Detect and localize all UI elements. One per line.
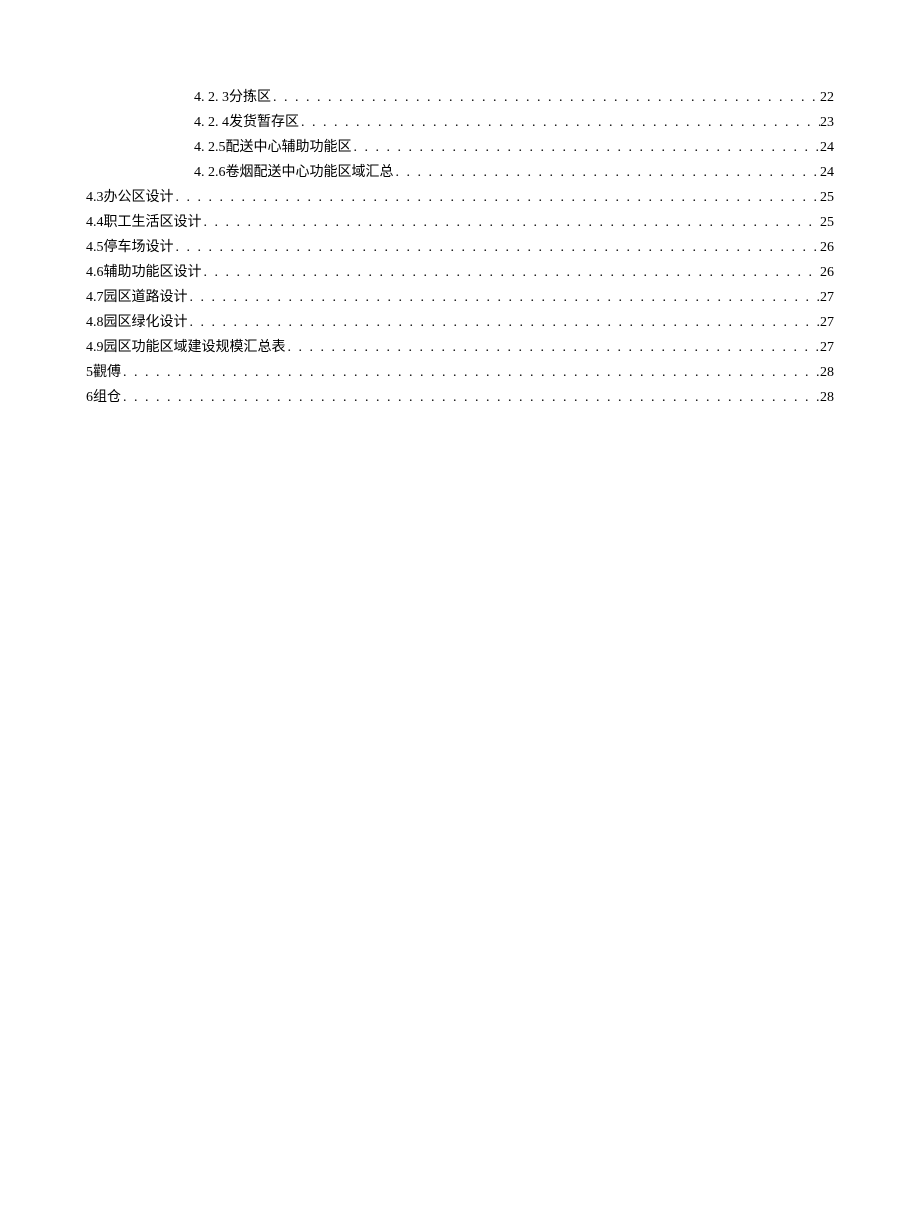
toc-label: 4. 2. 3分拣区 [194, 86, 271, 110]
toc-leader [174, 236, 821, 260]
toc-page: 25 [820, 211, 834, 235]
toc-entry: 4. 2. 4发货暂存区 23 [86, 111, 834, 135]
toc-label: 4.6辅助功能区设计 [86, 261, 202, 285]
toc-entry: 4.3办公区设计 25 [86, 186, 834, 210]
toc-label: 4.3办公区设计 [86, 186, 174, 210]
toc-label: 5觀傅 [86, 361, 121, 385]
toc-entry: 4. 2.5配送中心辅助功能区 24 [86, 136, 834, 160]
toc-page: 28 [820, 386, 834, 410]
toc-leader [271, 86, 820, 110]
toc-label: 4.8园区绿化设计 [86, 311, 188, 335]
toc-entry: 5觀傅 28 [86, 361, 834, 385]
toc-label: 4. 2.5配送中心辅助功能区 [194, 136, 352, 160]
toc-entry: 4.4职工生活区设计 25 [86, 211, 834, 235]
toc-page: 22 [820, 86, 834, 110]
toc-container: 4. 2. 3分拣区 22 4. 2. 4发货暂存区 23 4. 2.5配送中心… [0, 86, 920, 410]
toc-leader [202, 261, 821, 285]
toc-page: 24 [820, 161, 834, 185]
toc-leader [202, 211, 821, 235]
toc-leader [394, 161, 821, 185]
toc-leader [188, 311, 821, 335]
toc-label: 4.5停车场设计 [86, 236, 174, 260]
toc-leader [188, 286, 821, 310]
toc-page: 27 [820, 286, 834, 310]
toc-page: 24 [820, 136, 834, 160]
toc-leader [121, 386, 820, 410]
toc-entry: 6组仓 28 [86, 386, 834, 410]
toc-entry: 4.5停车场设计 26 [86, 236, 834, 260]
toc-entry: 4. 2.6卷烟配送中心功能区域汇总 24 [86, 161, 834, 185]
toc-entry: 4.8园区绿化设计 27 [86, 311, 834, 335]
toc-entry: 4.7园区道路设计 27 [86, 286, 834, 310]
toc-entry: 4.6辅助功能区设计 26 [86, 261, 834, 285]
toc-label: 4. 2. 4发货暂存区 [194, 111, 299, 135]
toc-leader [121, 361, 820, 385]
toc-label: 4.9园区功能区域建设规模汇总表 [86, 336, 286, 360]
toc-page: 23 [820, 111, 834, 135]
toc-leader [299, 111, 820, 135]
toc-entry: 4. 2. 3分拣区 22 [86, 86, 834, 110]
toc-label: 4.7园区道路设计 [86, 286, 188, 310]
toc-page: 25 [820, 186, 834, 210]
toc-label: 4.4职工生活区设计 [86, 211, 202, 235]
toc-entry: 4.9园区功能区域建设规模汇总表 27 [86, 336, 834, 360]
toc-label: 4. 2.6卷烟配送中心功能区域汇总 [194, 161, 394, 185]
toc-page: 28 [820, 361, 834, 385]
toc-page: 26 [820, 261, 834, 285]
toc-leader [352, 136, 821, 160]
toc-leader [174, 186, 821, 210]
toc-page: 27 [820, 311, 834, 335]
toc-label: 6组仓 [86, 386, 121, 410]
toc-page: 27 [820, 336, 834, 360]
toc-page: 26 [820, 236, 834, 260]
toc-leader [286, 336, 821, 360]
